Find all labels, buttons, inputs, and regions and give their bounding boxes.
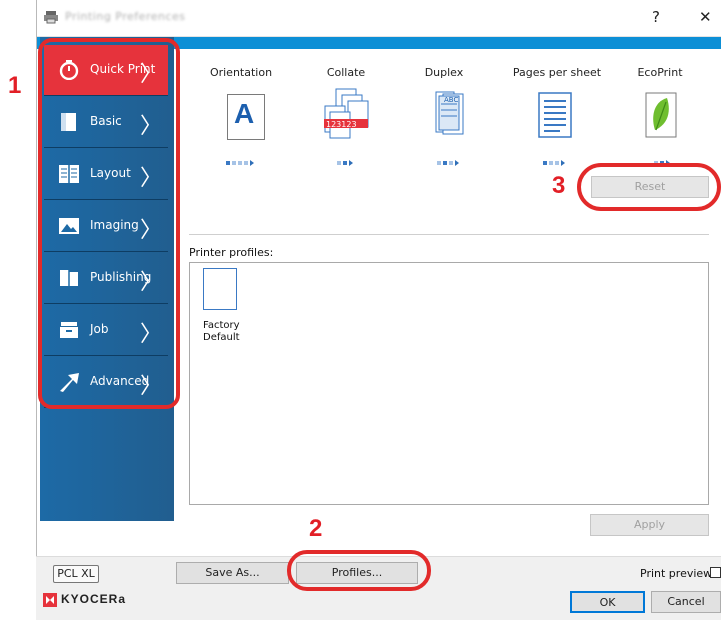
duplex-icon[interactable]: ABC <box>435 90 465 140</box>
callout-3: 3 <box>552 172 566 199</box>
callout-2: 2 <box>309 515 323 542</box>
duplex-heading: Duplex <box>424 66 464 79</box>
print-preview-checkbox[interactable] <box>710 567 721 578</box>
leaf-icon[interactable] <box>645 92 677 138</box>
profile-item-factory-default[interactable] <box>203 268 237 318</box>
pages-per-sheet-indicator <box>543 150 565 166</box>
ecoprint-heading: EcoPrint <box>637 66 683 79</box>
reset-highlight-ring <box>577 163 721 211</box>
ecoprint-indicator <box>654 150 670 166</box>
profile-label: Factory Default <box>203 320 240 343</box>
printer-icon <box>44 11 58 24</box>
window-title: Printing Preferences <box>65 10 186 23</box>
pages-per-sheet-heading: Pages per sheet <box>512 66 602 79</box>
divider <box>189 234 709 235</box>
collate-heading: Collate <box>326 66 366 79</box>
collate-sample: 123123 <box>326 120 357 129</box>
title-bar: Printing Preferences ? ✕ <box>37 0 721 37</box>
portrait-a-icon[interactable]: A <box>227 94 265 140</box>
profiles-highlight-ring <box>287 550 431 591</box>
close-button[interactable]: ✕ <box>699 8 712 26</box>
duplex-letters: ABC <box>444 96 458 104</box>
callout-1: 1 <box>8 72 22 99</box>
orientation-heading: Orientation <box>209 66 273 79</box>
page-icon <box>203 268 237 310</box>
duplex-indicator <box>437 150 459 166</box>
pages-per-sheet-icon[interactable] <box>538 92 572 138</box>
save-as-button[interactable]: Save As... <box>176 562 289 584</box>
cancel-button[interactable]: Cancel <box>651 591 721 613</box>
printer-profiles-list: Factory Default <box>189 262 709 505</box>
help-button[interactable]: ? <box>652 8 660 26</box>
collate-icon[interactable]: 123123 <box>322 88 372 144</box>
ok-button[interactable]: OK <box>570 591 645 613</box>
orientation-indicator <box>226 150 254 166</box>
kyocera-logo-icon <box>43 593 57 607</box>
pcl-xl-button[interactable]: PCL XL <box>53 565 99 583</box>
collate-indicator <box>337 150 353 166</box>
print-preview-label: Print preview <box>640 567 713 580</box>
printer-profiles-heading: Printer profiles: <box>189 246 274 259</box>
sidebar-highlight-ring <box>38 38 180 409</box>
apply-button[interactable]: Apply <box>590 514 709 536</box>
